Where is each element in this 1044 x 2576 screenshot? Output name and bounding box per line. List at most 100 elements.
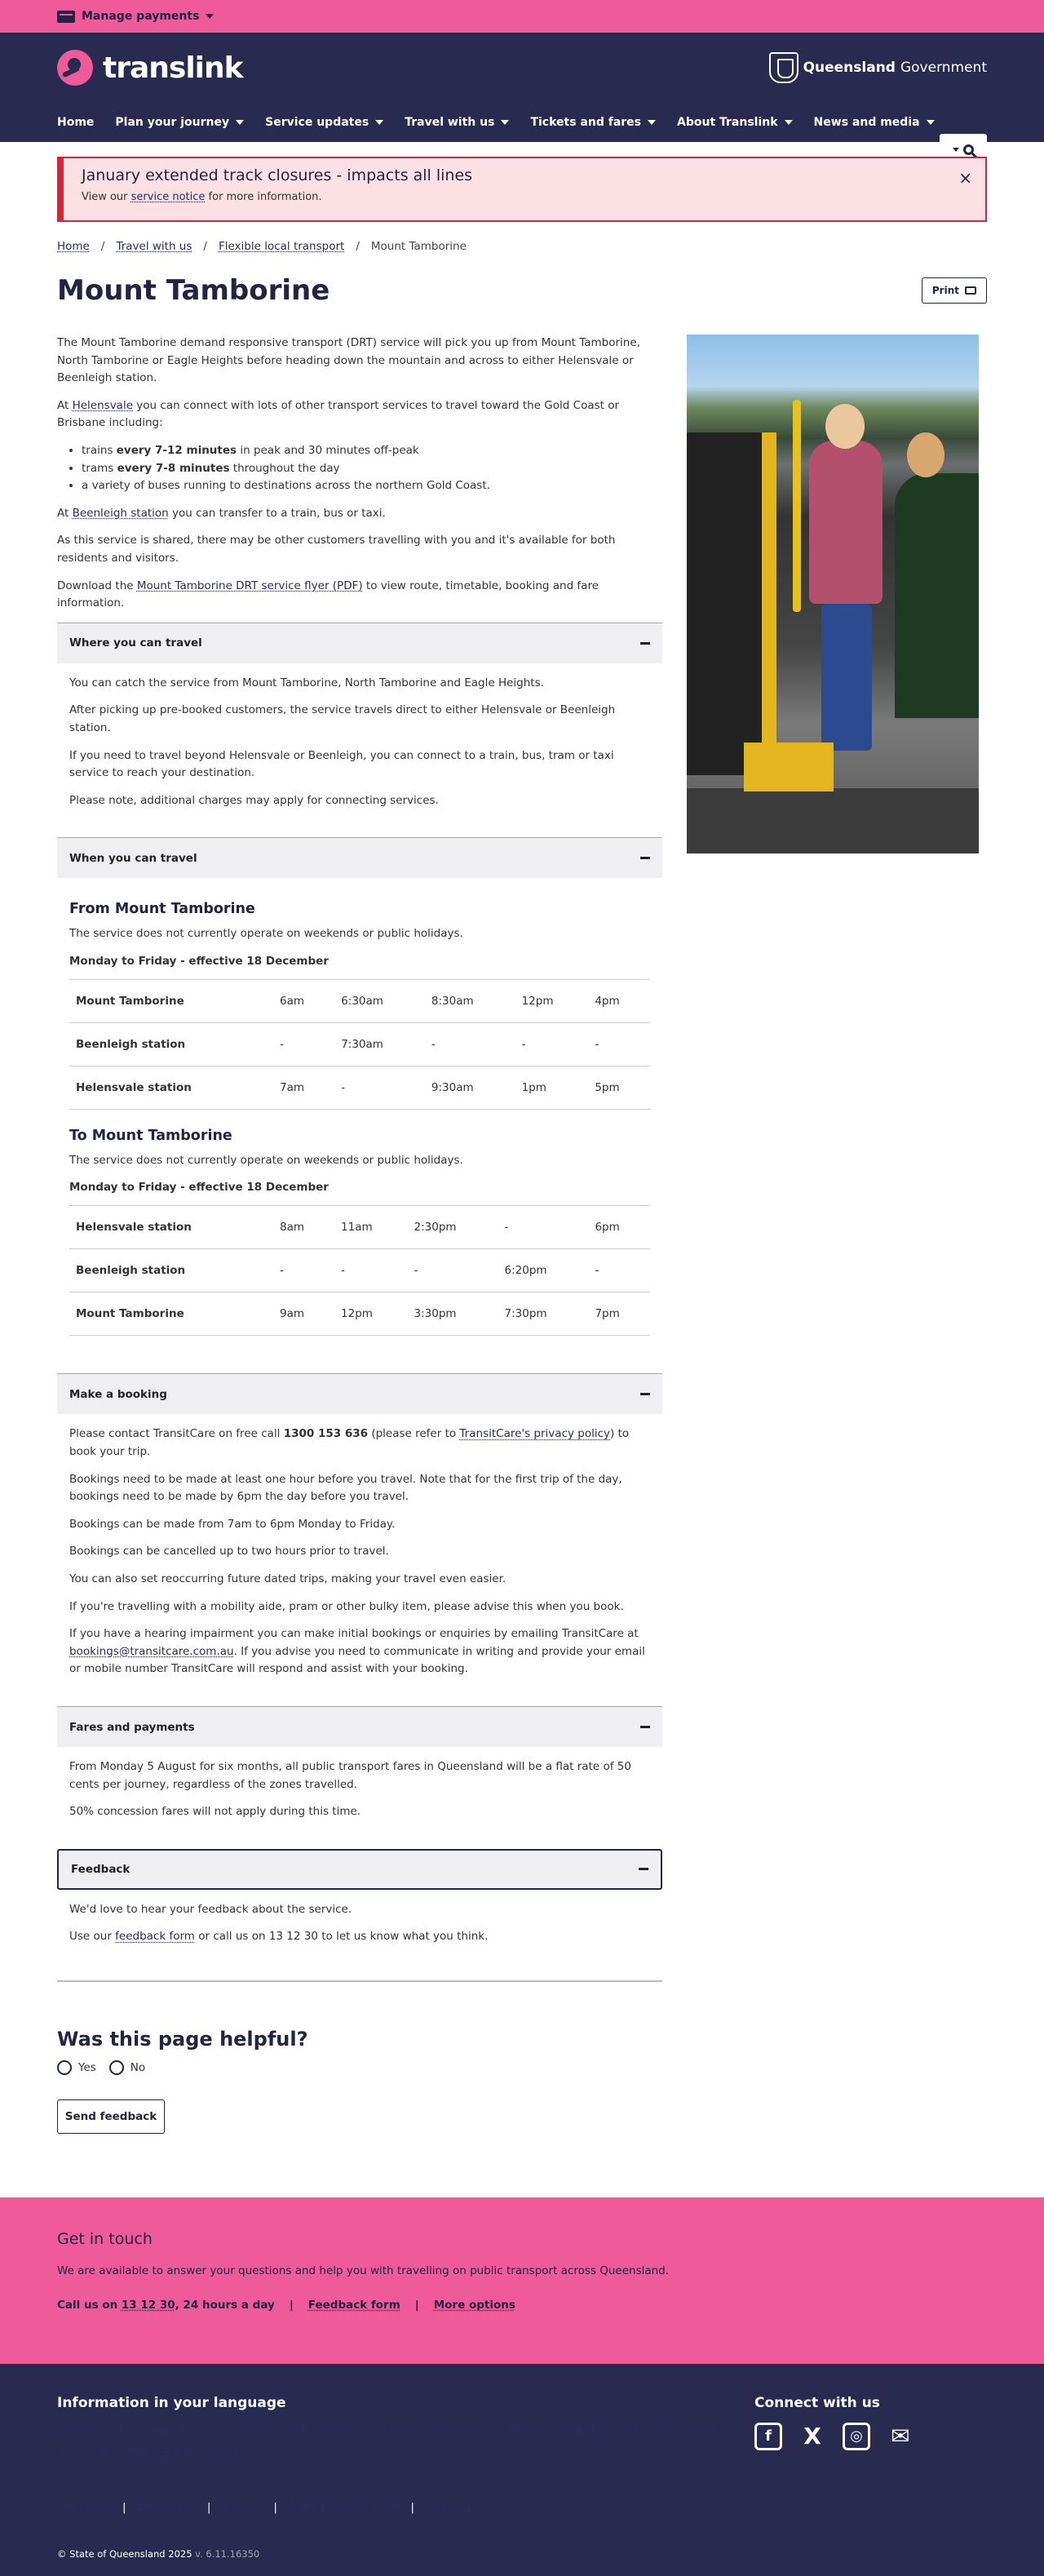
nav-tickets-and-fares[interactable]: Tickets and fares [530,116,656,129]
print-button[interactable]: Print [921,277,987,304]
service-flyer-link[interactable]: Mount Tamborine DRT service flyer (PDF) [137,579,363,592]
language-link[interactable]: العربية [100,2423,130,2439]
service-notice-link[interactable]: service notice [131,191,206,203]
accordion-body-where: You can catch the service from Mount Tam… [57,663,662,838]
nav-about-translink[interactable]: About Translink [677,116,793,129]
text: Call us on [57,2298,122,2312]
accordion-where-you-can-travel[interactable]: Where you can travel [57,622,662,663]
top-bar: Manage payments [0,0,1044,33]
nav-home[interactable]: Home [57,116,94,129]
instagram-icon[interactable]: ◎ [843,2422,870,2450]
close-icon[interactable]: × [958,168,972,188]
language-link[interactable]: Italiano [436,2423,477,2439]
language-link[interactable]: 한국어 [207,2444,237,2460]
language-link[interactable]: Tiếng Việt [551,2423,607,2439]
language-link[interactable]: Kiswahili [490,2423,538,2439]
x-twitter-icon[interactable]: X [798,2423,826,2450]
helpful-yes-radio[interactable]: Yes [57,2059,96,2075]
privacy-policy-link[interactable]: TransitCare's privacy policy [459,1427,610,1440]
nav-label: Plan your journey [115,116,230,129]
site-header: translink Queensland Government Home Pla… [0,33,1044,165]
table-row: Helensvale station 7am -9:30am 1pm 5pm [69,1066,650,1110]
language-link[interactable]: Español [321,2423,365,2439]
accordion-title: Make a booking [69,1387,167,1401]
photo-person-right [895,473,979,718]
privacy-link[interactable]: Privacy [222,2501,262,2514]
nav-service-updates[interactable]: Service updates [265,116,384,129]
cell: 12pm [515,978,589,1023]
send-feedback-button[interactable]: Send feedback [57,2099,165,2134]
queensland-government-logo[interactable]: Queensland Government [768,52,987,83]
from-heading: From Mount Tamborine [69,901,255,918]
alert-banner: January extended track closures - impact… [57,157,987,222]
phone-number: 1300 153 636 [283,1427,369,1441]
feedback-form-link[interactable]: feedback form [115,1930,195,1943]
connection-list: trains every 7-12 minutes in peak and 30… [82,442,662,495]
nav-plan-your-journey[interactable]: Plan your journey [115,116,245,129]
language-link[interactable]: Français [378,2423,423,2439]
manage-payments-button[interactable]: Manage payments [57,10,215,23]
cell: - [273,1248,335,1293]
cell: 11am [334,1205,408,1250]
more-options-link[interactable]: More options [434,2299,515,2312]
cell: - [498,1205,589,1250]
radio-circle[interactable] [108,2059,124,2075]
effective-date: Monday to Friday - effective 18 December [69,1181,329,1195]
radio-circle[interactable] [57,2059,72,2075]
radio-label: Yes [78,2060,96,2074]
phone-link[interactable]: 13 12 30 [122,2299,175,2312]
nav-news-and-media[interactable]: News and media [814,116,935,129]
text: trains [82,443,117,457]
breadcrumb-separator: / [203,240,207,253]
language-link[interactable]: Српском [201,2423,250,2439]
separator: | [289,2298,294,2312]
chevron-down-icon [926,120,935,125]
accordion-title: When you can travel [69,851,197,865]
translink-logo-icon [57,50,93,86]
collapse-icon [640,641,650,645]
cell: 8:30am [424,978,515,1023]
text: At [57,398,73,412]
accordion-make-a-booking[interactable]: Make a booking [57,1373,662,1415]
language-link[interactable]: Deutsch [263,2423,309,2439]
helensvale-link[interactable]: Helensvale [73,399,133,412]
list-item: a variety of buses running to destinatio… [82,477,662,495]
nav-travel-with-us[interactable]: Travel with us [405,116,510,129]
accordion-when-you-can-travel[interactable]: When you can travel [57,837,662,879]
bookings-email-link[interactable]: bookings@transitcare.com.au [69,1645,234,1658]
feedback-form-footer-link[interactable]: Feedback form [308,2299,400,2312]
breadcrumb-flexible-local-transport[interactable]: Flexible local transport [219,240,344,253]
text: throughout the day [229,461,340,475]
accordion-fares-and-payments[interactable]: Fares and payments [57,1706,662,1747]
alert-text: View our service notice for more informa… [82,191,967,203]
beenleigh-station-link[interactable]: Beenleigh station [73,507,169,520]
right-to-information-link[interactable]: Right to information [289,2501,400,2514]
disclaimer-link[interactable]: Disclaimer [138,2501,196,2514]
breadcrumb-home[interactable]: Home [57,240,90,253]
breadcrumb-travel-with-us[interactable]: Travel with us [116,240,192,253]
facebook-icon[interactable]: f [754,2422,782,2450]
language-link[interactable]: हिन्दी [127,2444,148,2460]
language-link[interactable]: فارسی [683,2423,715,2439]
photo-floor [687,788,979,853]
paragraph: Bookings can be made from 7am to 6pm Mon… [69,1517,396,1531]
photo-person-left-head [825,404,865,449]
language-list: አማርኛ العربية 简体中文 Српском Deutsch Españo… [57,2423,742,2460]
translink-logo[interactable]: translink [57,50,244,86]
language-link[interactable]: 日本語 [161,2444,195,2460]
feedback-widget: Was this page helpful? Yes No Send feedb… [57,2028,987,2134]
language-link[interactable]: Ελληνικά [619,2423,670,2439]
email-subscribe-icon[interactable]: ✉ [887,2423,914,2450]
site-map-link[interactable]: Site map [426,2501,475,2514]
language-link[interactable]: አማርኛ [57,2423,87,2439]
accordion-feedback[interactable]: Feedback [57,1848,662,1890]
language-link[interactable]: 简体中文 [144,2423,188,2439]
language-link[interactable]: دری [57,2444,76,2460]
copyright-link[interactable]: Copyright [57,2501,111,2514]
cell: 6:20pm [498,1248,589,1293]
text: (please refer to [368,1427,460,1441]
language-link[interactable]: नेपाली [89,2444,114,2460]
helpful-no-radio[interactable]: No [108,2059,145,2075]
text: you can transfer to a train, bus or taxi… [168,506,386,520]
text: Please contact TransitCare on free call [69,1427,284,1441]
